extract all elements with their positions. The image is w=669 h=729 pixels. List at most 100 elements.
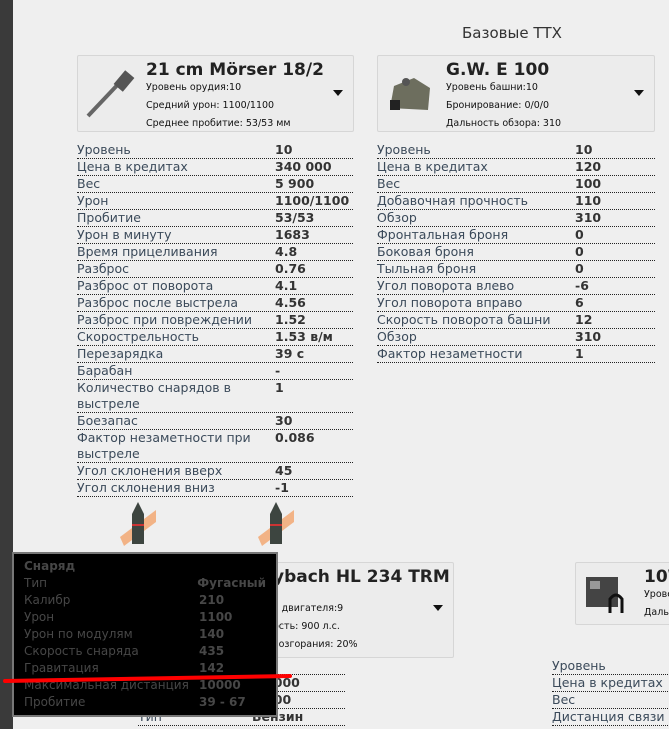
dropdown-arrow-icon[interactable]: [634, 90, 644, 96]
turret-name: G.W. E 100: [446, 60, 550, 80]
stat-value: 340 000: [275, 159, 332, 174]
tooltip-label: Урон: [24, 610, 55, 624]
stat-label: Вес: [377, 176, 401, 191]
tooltip-value: 140: [199, 627, 225, 641]
stat-label: Разброс при повреждении: [77, 312, 253, 327]
stat-label: Разброс: [77, 261, 130, 276]
stat-row: Уровень: [552, 658, 669, 675]
stat-value: 53/53: [275, 210, 315, 225]
stat-value: 310: [575, 329, 602, 344]
stat-value: 1683: [275, 227, 310, 242]
stat-value: 120: [575, 159, 602, 174]
stat-value: 4.56: [275, 295, 306, 310]
tooltip-row: Скорость снаряда 435: [24, 643, 266, 660]
stat-row: Урон 1100/1100: [77, 193, 353, 210]
turret-line: Дальность обзора: 310: [446, 118, 562, 129]
radio-line: Урове: [644, 589, 669, 600]
stat-row: Тыльная броня 0: [377, 261, 655, 278]
tooltip-value: 210: [199, 593, 225, 607]
stat-label: Боковая броня: [377, 244, 474, 259]
stat-row: Угол склонения вверх 45: [77, 463, 353, 480]
stat-value: 310: [575, 210, 602, 225]
stat-row: Скорострельность 1.53 в/м: [77, 329, 353, 346]
stat-label: Цена в кредитах: [552, 675, 663, 690]
turret-icon: [390, 78, 430, 110]
stat-row: Дистанция связи: [552, 709, 669, 726]
radio-line: Дальн: [644, 607, 669, 618]
stat-row: Разброс от поворота 4.1: [77, 278, 353, 295]
stat-value: 1: [275, 380, 284, 395]
stat-label: Барабан: [77, 363, 133, 378]
stat-value: 1100/1100: [275, 193, 350, 208]
stat-value: 0.76: [275, 261, 306, 276]
stat-row: Фактор незаметности 1: [377, 346, 655, 363]
tooltip-label: Калибр: [24, 593, 71, 607]
engine-line: ь двигателя:9: [273, 603, 344, 614]
stat-label: Угол склонения вниз: [77, 480, 215, 495]
stat-label: Дистанция связи: [552, 709, 665, 724]
stat-value: 39 с: [275, 346, 305, 361]
stat-row: Цена в кредитах 120: [377, 159, 655, 176]
stat-row: Уровень 10: [377, 142, 655, 159]
tooltip-label: Тип: [24, 576, 47, 590]
stat-label: Обзор: [377, 329, 417, 344]
stat-label: Разброс после выстрела: [77, 295, 238, 310]
stat-label: Урон в минуту: [77, 227, 172, 242]
stat-value: 0: [575, 261, 584, 276]
stat-label: Уровень: [377, 142, 431, 157]
radio-selector[interactable]: 10W Урове Дальн: [575, 562, 669, 625]
shell-icon[interactable]: [256, 502, 296, 547]
tooltip-label: Урон по модулям: [24, 627, 133, 641]
stat-row: Добавочная прочность 110: [377, 193, 655, 210]
turret-selector[interactable]: G.W. E 100 Уровень башни:10 Бронирование…: [377, 55, 655, 132]
stat-label: Обзор: [377, 210, 417, 225]
tooltip-value: Фугасный: [197, 576, 266, 590]
stat-label: Урон: [77, 193, 109, 208]
stat-label: Скорострельность: [77, 329, 199, 344]
stat-row: Перезарядка 39 с: [77, 346, 353, 363]
stat-row: Угол поворота вправо 6: [377, 295, 655, 312]
tooltip-label: Скорость снаряда: [24, 644, 139, 658]
stat-row: Вес 100: [377, 176, 655, 193]
tooltip-value: 435: [199, 644, 225, 658]
stat-row: Разброс при повреждении 1.52: [77, 312, 353, 329]
stat-value: 0.086: [275, 430, 315, 445]
dropdown-arrow-icon[interactable]: [333, 90, 343, 96]
turret-line: Бронирование: 0/0/0: [446, 100, 549, 111]
stat-row: Скорость поворота башни 12: [377, 312, 655, 329]
turret-line: Уровень башни:10: [446, 82, 538, 93]
stat-label: Разброс от поворота: [77, 278, 214, 293]
stat-row: Цена в кредитах 340 000: [77, 159, 353, 176]
stat-value: 6: [575, 295, 584, 310]
gun-icon: [86, 70, 135, 118]
stat-value: 4.1: [275, 278, 298, 293]
engine-line: ость: 900 л.с.: [273, 621, 340, 632]
stat-label: Уровень: [77, 142, 131, 157]
gun-stats-table: Уровень 10 Цена в кредитах 340 000 Вес 5 900 У…: [77, 142, 353, 497]
stat-label: Количество снарядов в выстреле: [77, 380, 232, 411]
stat-value: 110: [575, 193, 602, 208]
tooltip-row: Урон 1100: [24, 609, 266, 626]
stat-label: Вес: [77, 176, 101, 191]
radio-stats-table: Уровень Цена в кредитах Вес Дистанция связи: [552, 658, 669, 726]
stat-label: Перезарядка: [77, 346, 164, 361]
stat-row: Боковая броня 0: [377, 244, 655, 261]
stat-label: Угол склонения вверх: [77, 463, 223, 478]
stat-value: 5 900: [275, 176, 315, 191]
tooltip-label: Пробитие: [24, 695, 86, 709]
stat-label: Пробитие: [77, 210, 141, 225]
stat-value: -1: [275, 480, 289, 495]
gun-selector[interactable]: 21 cm Mörser 18/2 Уровень орудия:10 Сред…: [77, 55, 354, 132]
tooltip-value: 39 - 67: [199, 695, 246, 709]
stat-row: Цена в кредитах: [552, 675, 669, 692]
page-title: Базовые ТТХ: [462, 24, 562, 42]
gun-line: Средний урон: 1100/1100: [146, 100, 275, 111]
dropdown-arrow-icon[interactable]: [433, 605, 443, 611]
stat-value: 1: [575, 346, 584, 361]
gun-line: Среднее пробитие: 53/53 мм: [146, 118, 291, 129]
stat-row: Уровень 10: [77, 142, 353, 159]
stat-row: Вес: [552, 692, 669, 709]
shell-icon[interactable]: [118, 502, 158, 547]
stat-row: Обзор 310: [377, 210, 655, 227]
stat-label: Угол поворота вправо: [377, 295, 523, 310]
